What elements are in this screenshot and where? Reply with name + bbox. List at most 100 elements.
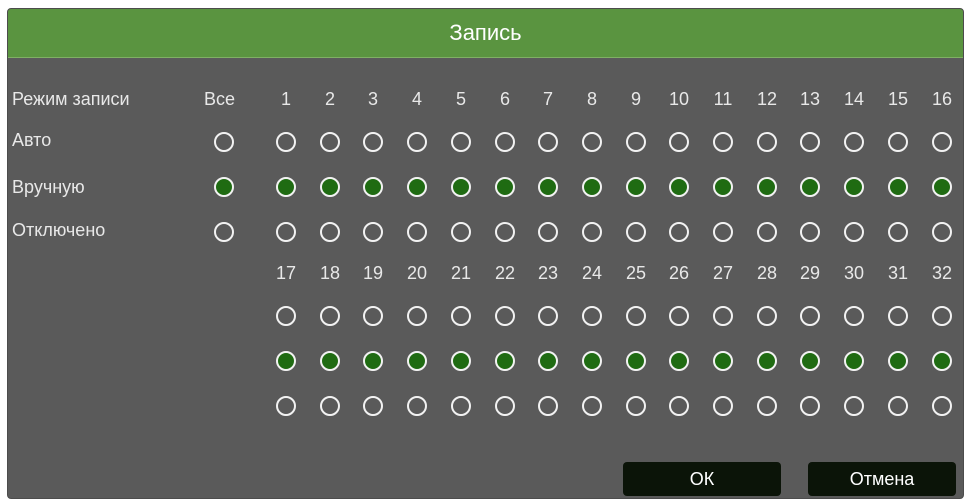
channel-24-manual-radio[interactable]	[582, 351, 602, 371]
channel-14-manual-radio[interactable]	[844, 177, 864, 197]
channel-7-disabled-radio[interactable]	[538, 222, 558, 242]
ok-button[interactable]: ОК	[623, 462, 781, 496]
channel-28-auto-radio[interactable]	[757, 306, 777, 326]
channel-18-auto-radio[interactable]	[320, 306, 340, 326]
channel-19-manual-radio[interactable]	[363, 351, 383, 371]
channel-4-auto-radio[interactable]	[407, 132, 427, 152]
all-disabled-radio[interactable]	[214, 222, 234, 242]
channel-4-manual-radio[interactable]	[407, 177, 427, 197]
channel-30-manual-radio[interactable]	[844, 351, 864, 371]
channel-27-manual-radio[interactable]	[713, 351, 733, 371]
channel-2-disabled-radio[interactable]	[320, 222, 340, 242]
channel-15-manual-radio[interactable]	[888, 177, 908, 197]
channel-7-auto-radio[interactable]	[538, 132, 558, 152]
channel-19-disabled-radio[interactable]	[363, 396, 383, 416]
channel-28-disabled-radio[interactable]	[757, 396, 777, 416]
channel-5-manual-radio[interactable]	[451, 177, 471, 197]
channel-5-auto-radio[interactable]	[451, 132, 471, 152]
channel-1-manual-radio[interactable]	[276, 177, 296, 197]
channel-19-auto-radio[interactable]	[363, 306, 383, 326]
channel-29-disabled-radio[interactable]	[800, 396, 820, 416]
channel-8-disabled-radio[interactable]	[582, 222, 602, 242]
channel-18-manual-radio[interactable]	[320, 351, 340, 371]
channel-12-auto-radio[interactable]	[757, 132, 777, 152]
channel-10-manual-radio[interactable]	[669, 177, 689, 197]
channel-23-manual-radio[interactable]	[538, 351, 558, 371]
channel-31-auto-radio[interactable]	[888, 306, 908, 326]
channel-8-auto-radio[interactable]	[582, 132, 602, 152]
channel-13-disabled-radio[interactable]	[800, 222, 820, 242]
channel-5-disabled-radio[interactable]	[451, 222, 471, 242]
channel-23-auto-radio[interactable]	[538, 306, 558, 326]
channel-20-auto-radio[interactable]	[407, 306, 427, 326]
channel-13-manual-radio[interactable]	[800, 177, 820, 197]
channel-25-manual-radio[interactable]	[626, 351, 646, 371]
channel-10-disabled-radio[interactable]	[669, 222, 689, 242]
channel-2-auto-radio[interactable]	[320, 132, 340, 152]
channel-15-disabled-radio[interactable]	[888, 222, 908, 242]
channel-32-auto-radio[interactable]	[932, 306, 952, 326]
channel-6-disabled-radio[interactable]	[495, 222, 515, 242]
channel-31-disabled-radio[interactable]	[888, 396, 908, 416]
channel-11-auto-radio[interactable]	[713, 132, 733, 152]
channel-21-disabled-radio[interactable]	[451, 396, 471, 416]
channel-9-auto-radio[interactable]	[626, 132, 646, 152]
channel-25-auto-radio[interactable]	[626, 306, 646, 326]
channel-16-auto-radio[interactable]	[932, 132, 952, 152]
all-manual-radio[interactable]	[214, 177, 234, 197]
channel-3-auto-radio[interactable]	[363, 132, 383, 152]
channel-22-disabled-radio[interactable]	[495, 396, 515, 416]
channel-11-manual-radio[interactable]	[713, 177, 733, 197]
channel-1-auto-radio[interactable]	[276, 132, 296, 152]
channel-30-auto-radio[interactable]	[844, 306, 864, 326]
channel-17-manual-radio[interactable]	[276, 351, 296, 371]
channel-11-disabled-radio[interactable]	[713, 222, 733, 242]
channel-20-disabled-radio[interactable]	[407, 396, 427, 416]
channel-22-auto-radio[interactable]	[495, 306, 515, 326]
channel-10-auto-radio[interactable]	[669, 132, 689, 152]
channel-21-auto-radio[interactable]	[451, 306, 471, 326]
channel-2-manual-radio[interactable]	[320, 177, 340, 197]
channel-27-disabled-radio[interactable]	[713, 396, 733, 416]
channel-9-manual-radio[interactable]	[626, 177, 646, 197]
channel-6-manual-radio[interactable]	[495, 177, 515, 197]
channel-4-disabled-radio[interactable]	[407, 222, 427, 242]
channel-7-manual-radio[interactable]	[538, 177, 558, 197]
channel-28-manual-radio[interactable]	[757, 351, 777, 371]
channel-15-auto-radio[interactable]	[888, 132, 908, 152]
channel-18-disabled-radio[interactable]	[320, 396, 340, 416]
channel-32-disabled-radio[interactable]	[932, 396, 952, 416]
all-auto-radio[interactable]	[214, 132, 234, 152]
channel-14-disabled-radio[interactable]	[844, 222, 864, 242]
channel-29-manual-radio[interactable]	[800, 351, 820, 371]
channel-25-disabled-radio[interactable]	[626, 396, 646, 416]
channel-3-disabled-radio[interactable]	[363, 222, 383, 242]
channel-24-auto-radio[interactable]	[582, 306, 602, 326]
channel-30-disabled-radio[interactable]	[844, 396, 864, 416]
channel-12-disabled-radio[interactable]	[757, 222, 777, 242]
channel-27-auto-radio[interactable]	[713, 306, 733, 326]
channel-32-manual-radio[interactable]	[932, 351, 952, 371]
channel-22-manual-radio[interactable]	[495, 351, 515, 371]
channel-17-disabled-radio[interactable]	[276, 396, 296, 416]
channel-13-auto-radio[interactable]	[800, 132, 820, 152]
channel-6-auto-radio[interactable]	[495, 132, 515, 152]
channel-1-disabled-radio[interactable]	[276, 222, 296, 242]
channel-29-auto-radio[interactable]	[800, 306, 820, 326]
channel-23-disabled-radio[interactable]	[538, 396, 558, 416]
channel-17-auto-radio[interactable]	[276, 306, 296, 326]
channel-21-manual-radio[interactable]	[451, 351, 471, 371]
channel-16-disabled-radio[interactable]	[932, 222, 952, 242]
channel-12-manual-radio[interactable]	[757, 177, 777, 197]
channel-16-manual-radio[interactable]	[932, 177, 952, 197]
channel-26-manual-radio[interactable]	[669, 351, 689, 371]
cancel-button[interactable]: Отмена	[808, 462, 956, 496]
channel-26-auto-radio[interactable]	[669, 306, 689, 326]
channel-14-auto-radio[interactable]	[844, 132, 864, 152]
channel-20-manual-radio[interactable]	[407, 351, 427, 371]
channel-24-disabled-radio[interactable]	[582, 396, 602, 416]
channel-3-manual-radio[interactable]	[363, 177, 383, 197]
channel-8-manual-radio[interactable]	[582, 177, 602, 197]
channel-31-manual-radio[interactable]	[888, 351, 908, 371]
channel-26-disabled-radio[interactable]	[669, 396, 689, 416]
